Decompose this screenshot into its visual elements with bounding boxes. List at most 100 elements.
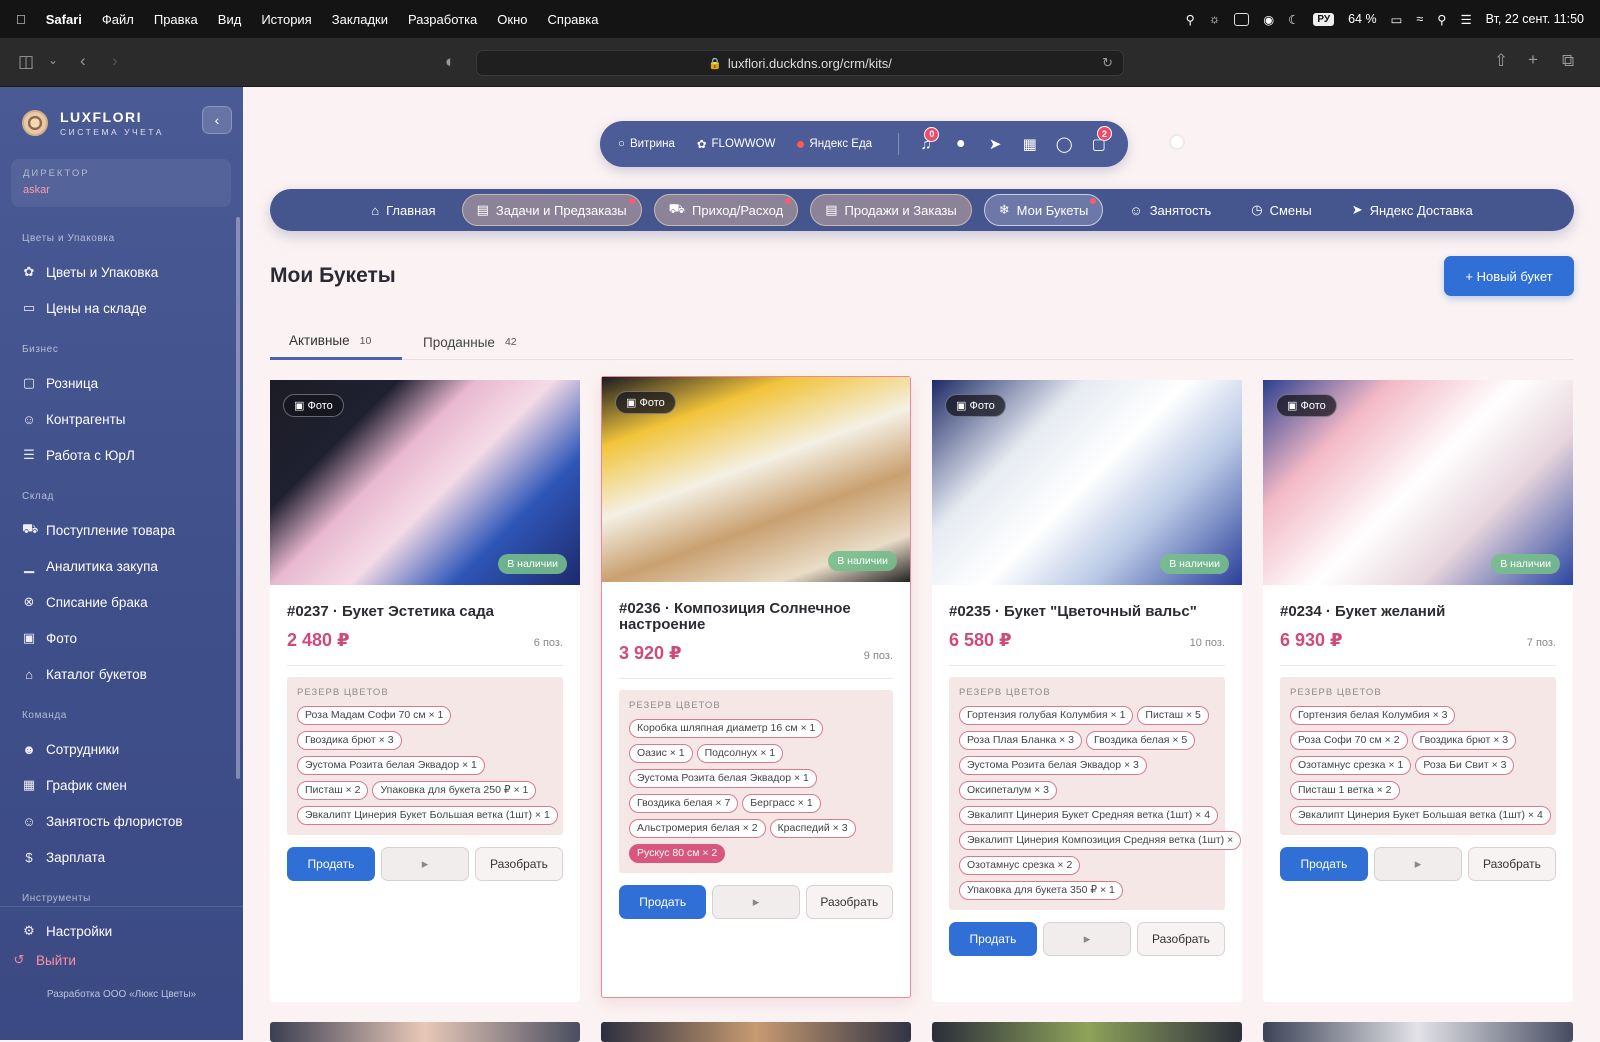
bouquet-card[interactable]: ▣ Фото В наличии #0236 · Композиция Солн… <box>601 376 911 998</box>
menu-edit[interactable]: Правка <box>154 12 198 27</box>
brand[interactable]: LUXFLORI СИСТЕМА УЧЕТА <box>22 109 164 137</box>
sell-button[interactable]: Продать <box>287 847 375 881</box>
bouquet-card[interactable]: ▣ Фото В наличии #0235 · Букет "Цветочны… <box>932 380 1242 1002</box>
sidebar-item[interactable]: ▁ Аналитика закупа <box>0 548 236 584</box>
wifi-icon[interactable]: ≈ <box>1416 12 1423 26</box>
sidebar-collapse-button[interactable]: ‹ <box>202 106 232 134</box>
sidebar-scrollbar[interactable] <box>236 217 240 779</box>
logout-link[interactable]: ↺ Выйти <box>0 949 243 971</box>
main-nav-item[interactable]: ▤ Продажи и Заказы <box>810 194 972 226</box>
control-center-icon[interactable]: ☰ <box>1460 12 1471 27</box>
main-nav-item[interactable]: ➤ Яндекс Доставка <box>1338 194 1487 226</box>
weather-icon[interactable]: ☼ <box>1209 12 1220 26</box>
menu-develop[interactable]: Разработка <box>408 12 477 27</box>
cart-button[interactable]: ▢ 2 <box>1087 126 1112 153</box>
photo-button[interactable]: ▣ Фото <box>1276 394 1337 417</box>
send-button[interactable]: ➤ <box>984 135 1007 153</box>
sidebar-item[interactable]: ☻ Сотрудники <box>0 731 236 767</box>
bouquet-photo[interactable]: ▣ Фото В наличии <box>1263 380 1573 585</box>
main-nav-item[interactable]: ◷ Смены <box>1237 194 1325 226</box>
notifications-button[interactable]: ♫ 0 <box>915 126 940 153</box>
chat-button[interactable]: ◯ <box>1053 135 1076 153</box>
dollar-icon: $ <box>25 849 33 865</box>
sidebar-item[interactable]: ▢ Розница <box>0 365 236 401</box>
main-nav-item[interactable]: ☺ Занятость <box>1115 194 1225 226</box>
calendar-button[interactable]: ▦ <box>1018 135 1041 153</box>
flowwow-link[interactable]: ✿ FLOWWOW <box>697 137 776 151</box>
disassemble-button[interactable]: Разобрать <box>1467 847 1556 881</box>
announce-button[interactable]: ▸ <box>1373 847 1462 881</box>
bouquet-photo[interactable]: ▣ Фото В наличии <box>932 380 1242 585</box>
sidebar-item[interactable]: ✿ Цветы и Упаковка <box>0 254 236 290</box>
privacy-shield-icon[interactable]: ◐ <box>445 52 455 72</box>
sidebar-item[interactable]: ⌂ Каталог букетов <box>0 656 236 692</box>
sidebar-item[interactable]: ⛟ Поступление товара <box>0 512 236 548</box>
input-language[interactable]: РУ <box>1313 12 1335 26</box>
reload-icon[interactable]: ↻ <box>1102 55 1113 71</box>
main-nav-item[interactable]: ⛟ Приход/Расход <box>653 194 799 226</box>
bouquet-photo-partial[interactable] <box>270 1022 580 1042</box>
main-nav-item[interactable]: ⌂ Главная <box>357 194 449 226</box>
chevron-down-icon[interactable]: ⌄ <box>48 53 58 67</box>
sidebar-toggle-icon[interactable]: ◫ <box>18 52 34 72</box>
menu-file[interactable]: Файл <box>102 12 134 27</box>
tabs-overview-icon[interactable]: ⧉ <box>1562 51 1574 71</box>
menu-view[interactable]: Вид <box>218 12 242 27</box>
disassemble-button[interactable]: Разобрать <box>805 885 893 919</box>
announce-button[interactable]: ▸ <box>380 847 469 881</box>
new-tab-icon[interactable]: + <box>1528 50 1538 70</box>
forward-icon[interactable]: › <box>112 51 118 71</box>
photo-button[interactable]: ▣ Фото <box>945 394 1006 417</box>
menu-help[interactable]: Справка <box>548 12 599 27</box>
photo-button[interactable]: ▣ Фото <box>615 391 676 414</box>
sidebar-item[interactable]: ⊗ Списание брака <box>0 584 236 620</box>
sidebar-item[interactable]: $ Зарплата <box>0 839 236 875</box>
menu-window[interactable]: Окно <box>497 12 527 27</box>
sidebar-item[interactable]: ☺ Контрагенты <box>0 401 236 437</box>
sell-button[interactable]: Продать <box>619 885 707 919</box>
menu-history[interactable]: История <box>261 12 311 27</box>
tab-sold[interactable]: Проданные 42 <box>423 324 517 360</box>
apple-icon[interactable]:  <box>16 12 26 27</box>
disassemble-button[interactable]: Разобрать <box>1136 922 1225 956</box>
battery-icon[interactable]: ▭ <box>1391 12 1403 27</box>
sidebar-item[interactable]: ☰ Работа с ЮрЛ <box>0 437 236 473</box>
keyboard-icon[interactable] <box>1234 12 1250 26</box>
clock[interactable]: Вт, 22 сент. 11:50 <box>1486 12 1584 26</box>
yandex-eda-link[interactable]: Яндекс Еда <box>797 138 872 150</box>
bouquet-photo-partial[interactable] <box>601 1022 911 1042</box>
sell-button[interactable]: Продать <box>949 922 1037 956</box>
bouquet-photo[interactable]: ▣ Фото В наличии <box>602 377 910 582</box>
back-icon[interactable]: ‹ <box>80 51 86 71</box>
tab-active[interactable]: Активные 10 <box>270 324 402 360</box>
address-bar[interactable]: 🔒 luxflori.duckdns.org/crm/kits/ ↻ <box>476 50 1124 76</box>
announce-button[interactable]: ▸ <box>712 885 800 919</box>
bouquet-card[interactable]: ▣ Фото В наличии #0234 · Букет желаний 6… <box>1263 380 1573 1002</box>
main-nav-item[interactable]: ❄ Мои Букеты <box>983 194 1104 226</box>
bouquet-photo[interactable]: ▣ Фото В наличии <box>270 380 580 585</box>
sell-button[interactable]: Продать <box>1280 847 1368 881</box>
menu-bookmarks[interactable]: Закладки <box>332 12 388 27</box>
badge-icon[interactable]: ◉ <box>1263 12 1274 27</box>
bouquet-photo-partial[interactable] <box>932 1022 1242 1042</box>
main-nav-item[interactable]: ▤ Задачи и Предзаказы <box>461 194 642 226</box>
new-bouquet-button[interactable]: + Новый букет <box>1444 256 1574 296</box>
disassemble-button[interactable]: Разобрать <box>474 847 563 881</box>
sidebar-item-settings[interactable]: ⚙ Настройки <box>0 913 243 949</box>
sidebar-item[interactable]: ☺ Занятость флористов <box>0 803 236 839</box>
bouquet-photo-partial[interactable] <box>1263 1022 1573 1042</box>
sidebar-item[interactable]: ▦ График смен <box>0 767 236 803</box>
announce-button[interactable]: ▸ <box>1042 922 1131 956</box>
storefront-link[interactable]: ○ Витрина <box>618 138 675 150</box>
menubar-app-name[interactable]: Safari <box>46 12 82 27</box>
theme-toggle[interactable] <box>1171 136 1183 148</box>
moon-icon[interactable]: ☾ <box>1288 12 1299 27</box>
microphone-button[interactable]: ⚫ <box>949 135 972 153</box>
bouquet-card[interactable]: ▣ Фото В наличии #0237 · Букет Эстетика … <box>270 380 580 1002</box>
sidebar-item[interactable]: ▣ Фото <box>0 620 236 656</box>
sidebar-item[interactable]: ▭ Цены на складе <box>0 290 236 326</box>
spotlight-icon[interactable]: ⚲ <box>1437 12 1446 27</box>
key-icon[interactable]: ⚲ <box>1186 12 1195 27</box>
share-icon[interactable]: ⇧ <box>1494 51 1508 71</box>
photo-button[interactable]: ▣ Фото <box>283 394 344 417</box>
